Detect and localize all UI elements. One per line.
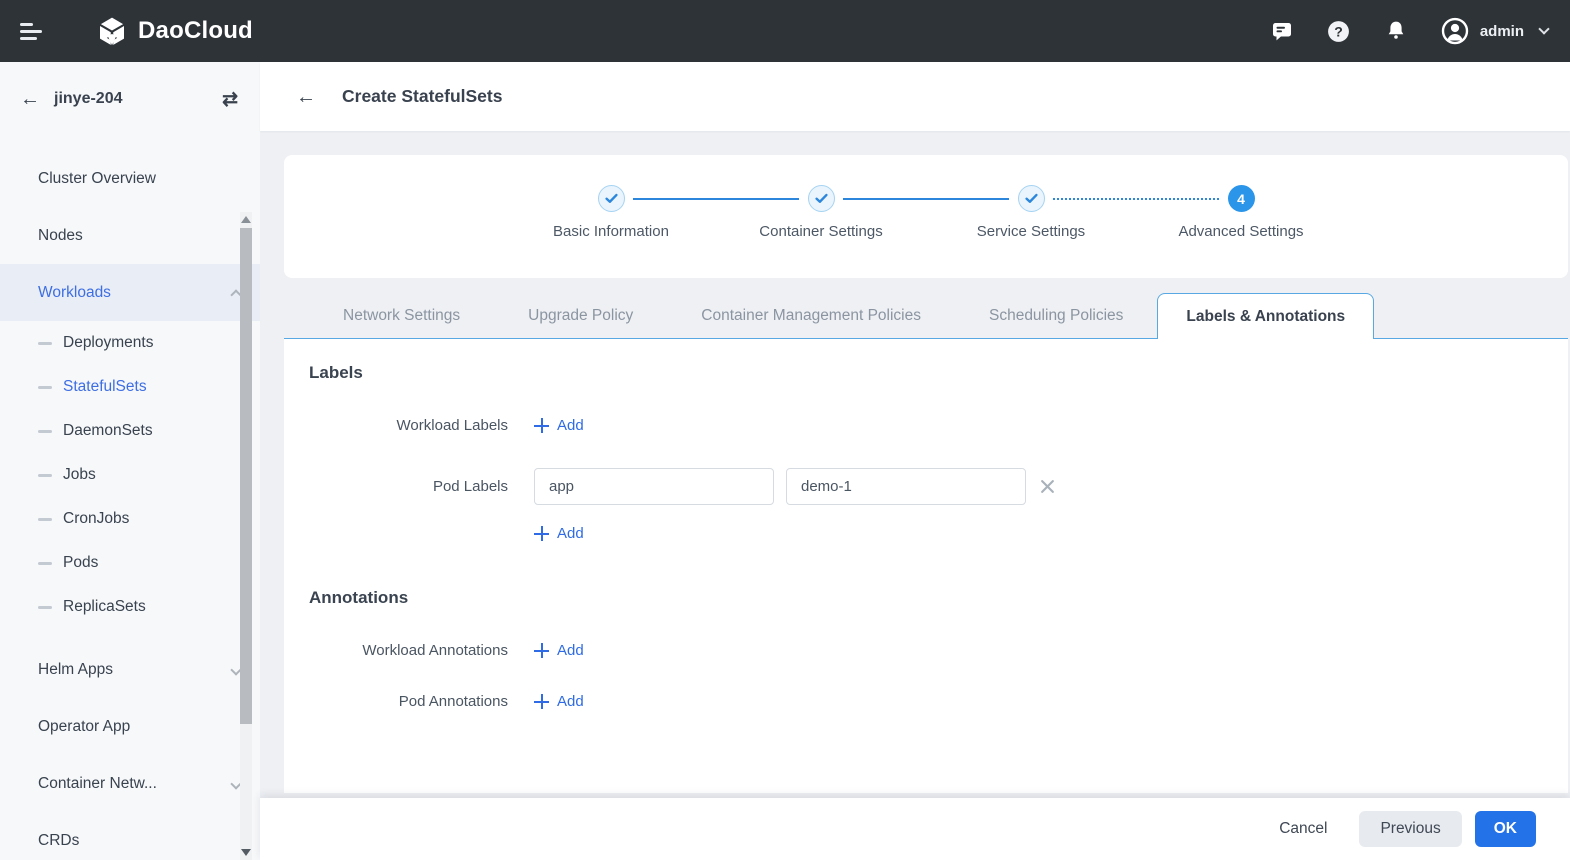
scroll-up-arrow-icon[interactable]: [241, 216, 251, 223]
pod-label-value-input[interactable]: [786, 468, 1026, 505]
brand-name: DaoCloud: [138, 17, 253, 45]
workload-labels-row: Workload Labels Add: [309, 417, 1538, 434]
sidebar-header: ← jinye-204 ⇄: [0, 62, 260, 136]
sidebar-item-statefulsets[interactable]: StatefulSets: [0, 365, 260, 409]
pod-label-key-input[interactable]: [534, 468, 774, 505]
sidebar-item-helm-apps[interactable]: Helm Apps: [0, 641, 260, 698]
avatar: [1440, 16, 1470, 46]
sidebar-item-crds[interactable]: CRDs: [0, 812, 260, 860]
sidebar-item-deployments[interactable]: Deployments: [0, 321, 260, 365]
dash-icon: [38, 474, 52, 477]
pod-annotations-add-button[interactable]: Add: [534, 693, 584, 710]
brand-logo: DaoCloud: [96, 15, 253, 47]
pod-labels-add-row: Add: [309, 525, 1538, 542]
step-advanced-settings[interactable]: 4 Advanced Settings: [1136, 185, 1346, 240]
cancel-button[interactable]: Cancel: [1273, 811, 1333, 847]
chevron-down-icon: [1538, 23, 1549, 34]
user-menu[interactable]: admin: [1440, 16, 1548, 46]
workload-annotations-label: Workload Annotations: [309, 642, 508, 659]
sidebar-item-nodes[interactable]: Nodes: [0, 207, 260, 264]
labels-section-title: Labels: [309, 363, 1538, 383]
page-header: ← Create StatefulSets: [260, 62, 1570, 131]
workload-labels-add-button[interactable]: Add: [534, 417, 584, 434]
dash-icon: [38, 430, 52, 433]
plus-icon: [534, 526, 549, 541]
svg-text:?: ?: [1335, 23, 1344, 39]
workload-labels-label: Workload Labels: [309, 417, 508, 434]
messages-icon[interactable]: [1269, 18, 1295, 44]
sidebar-scrollbar[interactable]: [240, 212, 252, 860]
step-container-settings[interactable]: Container Settings: [716, 185, 926, 240]
wizard-footer: Cancel Previous OK: [260, 798, 1570, 860]
pod-labels-label: Pod Labels: [309, 478, 508, 495]
previous-button[interactable]: Previous: [1359, 811, 1461, 847]
sidebar-item-pods[interactable]: Pods: [0, 541, 260, 585]
sidebar-back-icon[interactable]: ←: [20, 89, 40, 109]
daocloud-cube-icon: [96, 15, 128, 47]
remove-pod-label-icon[interactable]: [1040, 479, 1055, 494]
tab-upgrade-policy[interactable]: Upgrade Policy: [494, 293, 667, 338]
dash-icon: [38, 562, 52, 565]
tab-container-management-policies[interactable]: Container Management Policies: [667, 293, 955, 338]
page-title: Create StatefulSets: [342, 86, 502, 107]
scrollbar-thumb[interactable]: [240, 228, 252, 724]
dash-icon: [38, 386, 52, 389]
sidebar-item-cluster-overview[interactable]: Cluster Overview: [0, 150, 260, 207]
stepper: Basic Information Container Settings Ser…: [284, 155, 1568, 278]
topbar: DaoCloud ?: [0, 0, 1570, 62]
tab-network-settings[interactable]: Network Settings: [309, 293, 494, 338]
sidebar-item-daemonsets[interactable]: DaemonSets: [0, 409, 260, 453]
pod-labels-add-button[interactable]: Add: [534, 525, 584, 542]
sidebar-item-jobs[interactable]: Jobs: [0, 453, 260, 497]
annotations-section-title: Annotations: [309, 588, 1538, 608]
pod-labels-row: Pod Labels: [309, 468, 1538, 505]
dash-icon: [38, 342, 52, 345]
settings-tabs: Network Settings Upgrade Policy Containe…: [284, 293, 1568, 339]
step-number-badge: 4: [1228, 185, 1255, 212]
plus-icon: [534, 694, 549, 709]
tab-scheduling-policies[interactable]: Scheduling Policies: [955, 293, 1157, 338]
sidebar: ← jinye-204 ⇄ Cluster Overview Nodes Wor…: [0, 62, 260, 860]
sidebar-item-operator-app[interactable]: Operator App: [0, 698, 260, 755]
step-service-settings[interactable]: Service Settings: [926, 185, 1136, 240]
pod-annotations-label: Pod Annotations: [309, 693, 508, 710]
sidebar-item-workloads[interactable]: Workloads: [0, 264, 260, 321]
username-label: admin: [1480, 23, 1524, 40]
sidebar-nav: Cluster Overview Nodes Workloads Deploym…: [0, 136, 260, 860]
notifications-bell-icon[interactable]: [1383, 18, 1409, 44]
dash-icon: [38, 606, 52, 609]
step-check-icon: [1018, 185, 1045, 212]
page-body: Basic Information Container Settings Ser…: [260, 131, 1570, 798]
help-icon[interactable]: ?: [1326, 18, 1352, 44]
sidebar-item-container-network[interactable]: Container Netw...: [0, 755, 260, 812]
main-area: ← Create StatefulSets Basic Information: [260, 62, 1570, 860]
hamburger-menu-icon[interactable]: [20, 19, 50, 43]
dash-icon: [38, 518, 52, 521]
sidebar-item-replicasets[interactable]: ReplicaSets: [0, 585, 260, 629]
page-back-icon[interactable]: ←: [296, 87, 316, 107]
step-basic-information[interactable]: Basic Information: [506, 185, 716, 240]
step-check-icon: [598, 185, 625, 212]
pod-annotations-row: Pod Annotations Add: [309, 693, 1538, 710]
sidebar-item-cronjobs[interactable]: CronJobs: [0, 497, 260, 541]
workload-annotations-add-button[interactable]: Add: [534, 642, 584, 659]
plus-icon: [534, 643, 549, 658]
ok-button[interactable]: OK: [1475, 811, 1536, 847]
labels-annotations-panel: Labels Workload Labels Add Pod Labels: [284, 339, 1568, 793]
plus-icon: [534, 418, 549, 433]
cluster-name: jinye-204: [54, 90, 122, 108]
tab-labels-annotations[interactable]: Labels & Annotations: [1157, 293, 1374, 339]
step-check-icon: [808, 185, 835, 212]
workload-annotations-row: Workload Annotations Add: [309, 642, 1538, 659]
scroll-down-arrow-icon[interactable]: [241, 849, 251, 856]
switch-cluster-icon[interactable]: ⇄: [222, 88, 238, 111]
